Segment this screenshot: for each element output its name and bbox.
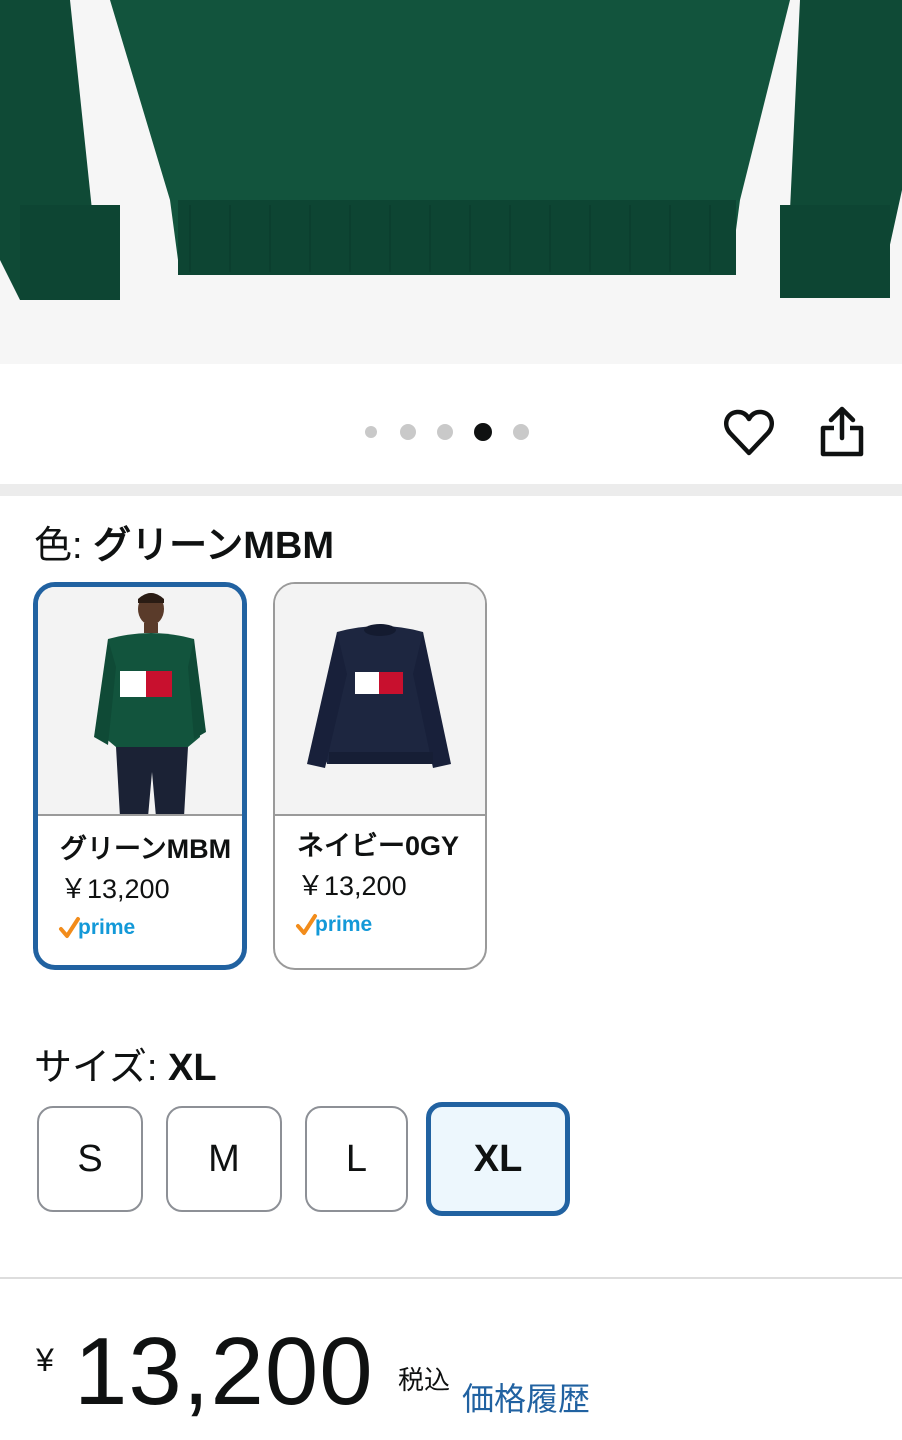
color-option-name: グリーンMBM <box>60 834 232 864</box>
gallery-dot[interactable] <box>513 424 529 440</box>
prime-label: prime <box>78 916 135 939</box>
share-icon <box>820 406 864 457</box>
size-option-xl[interactable]: XL <box>426 1102 570 1216</box>
favorite-button[interactable] <box>722 406 776 460</box>
color-option-name: ネイビー0GY <box>297 831 460 861</box>
price-history-link[interactable]: 価格履歴 <box>462 1374 590 1420</box>
color-option-image <box>38 587 242 816</box>
gallery-dot[interactable] <box>400 424 416 440</box>
product-image[interactable] <box>0 0 902 364</box>
color-option-price: ￥13,200 <box>297 871 407 901</box>
color-option-image <box>275 584 485 816</box>
gallery-dot-active[interactable] <box>474 423 492 441</box>
gallery-dot[interactable] <box>437 424 453 440</box>
color-heading: 色: グリーンMBM <box>34 524 334 568</box>
sweater-image <box>0 0 902 364</box>
color-option-green[interactable]: グリーンMBM ￥13,200 prime <box>33 582 247 970</box>
selected-color: グリーンMBM <box>93 525 334 567</box>
color-option-navy[interactable]: ネイビー0GY ￥13,200 prime <box>273 582 487 970</box>
gallery-dot[interactable] <box>365 426 377 438</box>
size-label: サイズ: <box>34 1047 158 1089</box>
size-option-s[interactable]: S <box>37 1106 143 1212</box>
color-label: 色: <box>34 525 83 567</box>
price-currency: ¥ <box>36 1342 54 1378</box>
prime-badge: prime <box>58 913 148 941</box>
size-heading: サイズ: XL <box>34 1046 217 1090</box>
divider <box>0 1277 902 1279</box>
selected-size: XL <box>167 1047 217 1089</box>
heart-icon <box>724 409 774 456</box>
gallery-pagination <box>365 423 550 441</box>
size-option-m[interactable]: M <box>166 1106 282 1212</box>
price-amount: 13,200 <box>74 1318 374 1425</box>
prime-badge: prime <box>295 910 385 938</box>
section-divider <box>0 484 902 496</box>
tax-note: 税込 <box>398 1365 451 1395</box>
share-button[interactable] <box>815 404 869 462</box>
price-block: ¥ 13,200 税込 価格履歴 <box>36 1322 896 1422</box>
prime-label: prime <box>315 913 372 936</box>
size-option-l[interactable]: L <box>305 1106 408 1212</box>
color-option-price: ￥13,200 <box>60 874 170 904</box>
